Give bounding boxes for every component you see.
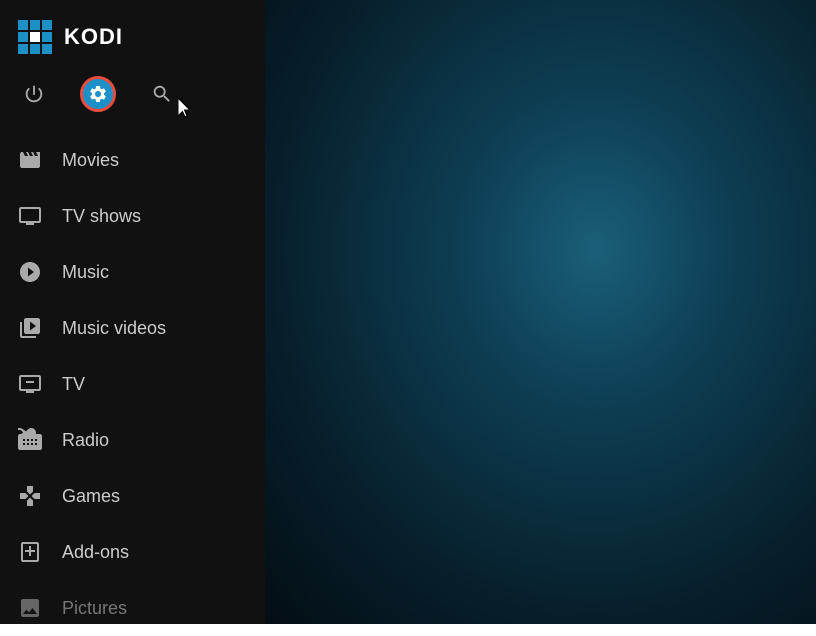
settings-button[interactable]: [80, 76, 116, 112]
nav-list: Movies TV shows Music: [0, 128, 265, 636]
sidebar-item-music[interactable]: Music: [0, 244, 265, 300]
tv-icon: [16, 370, 44, 398]
settings-icon: [88, 84, 108, 104]
search-button[interactable]: [144, 76, 180, 112]
sidebar-item-movies[interactable]: Movies: [0, 132, 265, 188]
pictures-icon: [16, 594, 44, 622]
radio-label: Radio: [62, 430, 109, 451]
sidebar-item-radio[interactable]: Radio: [0, 412, 265, 468]
sidebar-item-tv-shows[interactable]: TV shows: [0, 188, 265, 244]
power-button[interactable]: [16, 76, 52, 112]
main-content: [265, 0, 816, 624]
app-title: KODI: [64, 24, 123, 50]
music-videos-icon: [16, 314, 44, 342]
music-icon: [16, 258, 44, 286]
search-icon: [151, 83, 173, 105]
sidebar-item-tv[interactable]: TV: [0, 356, 265, 412]
tv-shows-label: TV shows: [62, 206, 141, 227]
radio-icon: [16, 426, 44, 454]
sidebar-item-pictures[interactable]: Pictures: [0, 580, 265, 636]
sidebar: KODI: [0, 0, 265, 624]
top-icons-bar: [0, 68, 265, 128]
games-label: Games: [62, 486, 120, 507]
tv-shows-icon: [16, 202, 44, 230]
music-videos-label: Music videos: [62, 318, 166, 339]
music-label: Music: [62, 262, 109, 283]
tv-label: TV: [62, 374, 85, 395]
movies-label: Movies: [62, 150, 119, 171]
power-icon: [23, 83, 45, 105]
sidebar-item-music-videos[interactable]: Music videos: [0, 300, 265, 356]
movies-icon: [16, 146, 44, 174]
sidebar-item-add-ons[interactable]: Add-ons: [0, 524, 265, 580]
logo-area: KODI: [0, 0, 265, 68]
add-ons-label: Add-ons: [62, 542, 129, 563]
kodi-logo-icon: [16, 18, 54, 56]
add-ons-icon: [16, 538, 44, 566]
pictures-label: Pictures: [62, 598, 127, 619]
games-icon: [16, 482, 44, 510]
sidebar-item-games[interactable]: Games: [0, 468, 265, 524]
